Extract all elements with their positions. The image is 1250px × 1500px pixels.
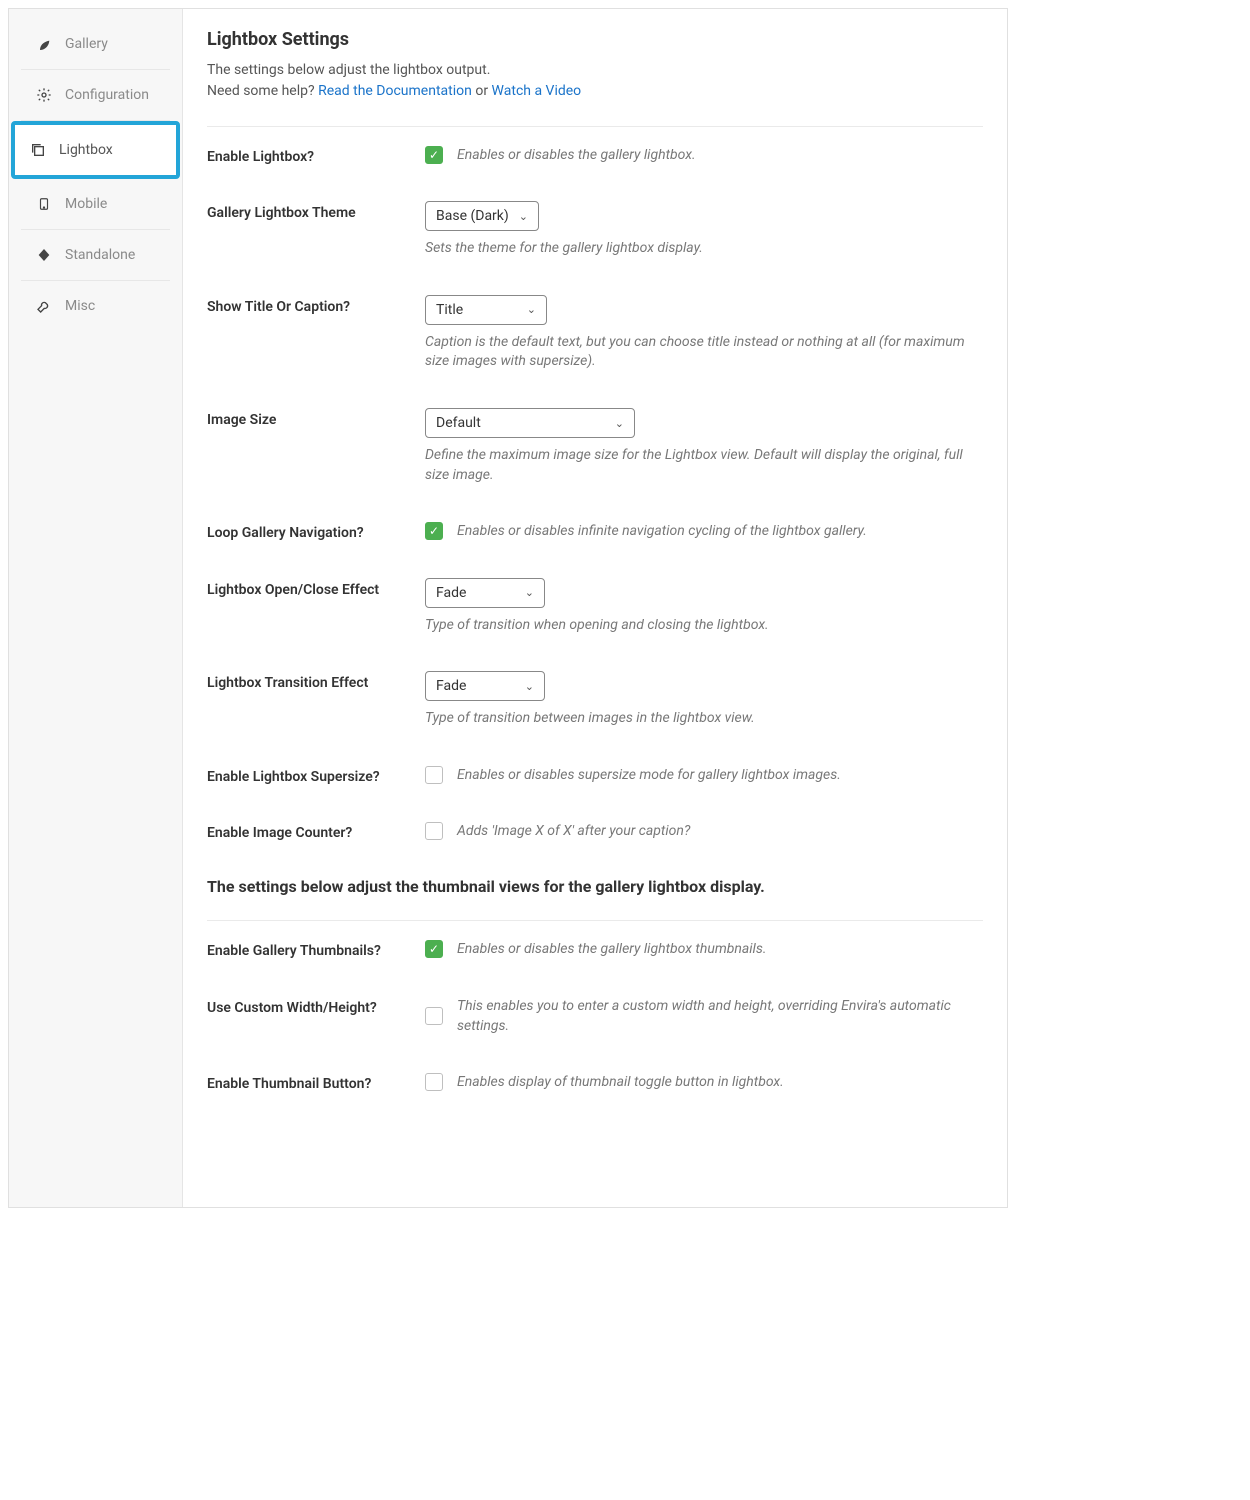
checkbox-enable-thumbnails[interactable] xyxy=(425,940,443,958)
checkbox-enable-lightbox[interactable] xyxy=(425,146,443,164)
label-supersize: Enable Lightbox Supersize? xyxy=(207,765,425,785)
label-open-effect: Lightbox Open/Close Effect xyxy=(207,578,425,598)
gear-icon xyxy=(35,86,53,104)
label-transition-effect: Lightbox Transition Effect xyxy=(207,671,425,691)
label-image-size: Image Size xyxy=(207,408,425,428)
label-title-caption: Show Title Or Caption? xyxy=(207,295,425,315)
sidebar-item-configuration[interactable]: Configuration xyxy=(21,70,170,121)
video-link[interactable]: Watch a Video xyxy=(492,83,582,99)
sidebar-item-label: Lightbox xyxy=(59,142,113,158)
checkbox-counter[interactable] xyxy=(425,822,443,840)
desc-supersize: Enables or disables supersize mode for g… xyxy=(457,765,841,785)
lightbox-icon xyxy=(29,141,47,159)
row-open-effect: Lightbox Open/Close Effect Fade ⌄ Type o… xyxy=(207,578,983,636)
desc-counter: Adds 'Image X of X' after your caption? xyxy=(457,821,690,841)
main-content: Lightbox Settings The settings below adj… xyxy=(183,9,1007,1207)
chevron-down-icon: ⌄ xyxy=(615,417,624,430)
chevron-down-icon: ⌄ xyxy=(525,586,534,599)
label-counter: Enable Image Counter? xyxy=(207,821,425,841)
sidebar: Gallery Configuration Lightbox Mobile St… xyxy=(9,9,183,1207)
sidebar-item-label: Gallery xyxy=(65,36,108,52)
desc-enable-thumbnails: Enables or disables the gallery lightbox… xyxy=(457,939,766,959)
label-theme: Gallery Lightbox Theme xyxy=(207,201,425,221)
chevron-down-icon: ⌄ xyxy=(519,210,528,223)
diamond-icon xyxy=(35,246,53,264)
row-enable-lightbox: Enable Lightbox? Enables or disables the… xyxy=(207,145,983,165)
checkbox-loop[interactable] xyxy=(425,522,443,540)
chevron-down-icon: ⌄ xyxy=(527,303,536,316)
label-custom-wh: Use Custom Width/Height? xyxy=(207,996,425,1016)
row-loop: Loop Gallery Navigation? Enables or disa… xyxy=(207,521,983,541)
row-counter: Enable Image Counter? Adds 'Image X of X… xyxy=(207,821,983,841)
desc-enable-lightbox: Enables or disables the gallery lightbox… xyxy=(457,145,696,165)
thumbnails-heading: The settings below adjust the thumbnail … xyxy=(207,877,983,896)
label-loop: Loop Gallery Navigation? xyxy=(207,521,425,541)
label-thumbnail-button: Enable Thumbnail Button? xyxy=(207,1072,425,1092)
sidebar-item-misc[interactable]: Misc xyxy=(21,281,170,331)
desc-loop: Enables or disables infinite navigation … xyxy=(457,521,867,541)
desc-title-caption: Caption is the default text, but you can… xyxy=(425,333,983,372)
sidebar-item-label: Standalone xyxy=(65,247,135,263)
label-enable-thumbnails: Enable Gallery Thumbnails? xyxy=(207,939,425,959)
mobile-icon xyxy=(35,195,53,213)
checkbox-supersize[interactable] xyxy=(425,766,443,784)
desc-custom-wh: This enables you to enter a custom width… xyxy=(457,996,983,1037)
sidebar-item-mobile[interactable]: Mobile xyxy=(21,179,170,230)
settings-panel: Gallery Configuration Lightbox Mobile St… xyxy=(8,8,1008,1208)
doc-link[interactable]: Read the Documentation xyxy=(318,83,472,99)
desc-theme: Sets the theme for the gallery lightbox … xyxy=(425,239,983,259)
checkbox-custom-wh[interactable] xyxy=(425,1007,443,1025)
desc-thumbnail-button: Enables display of thumbnail toggle butt… xyxy=(457,1072,784,1092)
label-enable-lightbox: Enable Lightbox? xyxy=(207,145,425,165)
sidebar-item-label: Configuration xyxy=(65,87,149,103)
row-image-size: Image Size Default ⌄ Define the maximum … xyxy=(207,408,983,485)
page-title: Lightbox Settings xyxy=(207,29,983,50)
select-image-size[interactable]: Default ⌄ xyxy=(425,408,635,438)
row-enable-thumbnails: Enable Gallery Thumbnails? Enables or di… xyxy=(207,939,983,959)
page-subtitle: The settings below adjust the lightbox o… xyxy=(207,60,983,102)
select-theme[interactable]: Base (Dark) ⌄ xyxy=(425,201,539,231)
sidebar-item-lightbox[interactable]: Lightbox xyxy=(11,121,180,179)
leaf-icon xyxy=(35,35,53,53)
select-open-effect[interactable]: Fade ⌄ xyxy=(425,578,545,608)
desc-image-size: Define the maximum image size for the Li… xyxy=(425,446,983,485)
sidebar-item-standalone[interactable]: Standalone xyxy=(21,230,170,281)
row-thumbnail-button: Enable Thumbnail Button? Enables display… xyxy=(207,1072,983,1092)
select-transition-effect[interactable]: Fade ⌄ xyxy=(425,671,545,701)
divider xyxy=(207,126,983,127)
checkbox-thumbnail-button[interactable] xyxy=(425,1073,443,1091)
row-transition-effect: Lightbox Transition Effect Fade ⌄ Type o… xyxy=(207,671,983,729)
chevron-down-icon: ⌄ xyxy=(525,680,534,693)
select-title-caption[interactable]: Title ⌄ xyxy=(425,295,547,325)
desc-transition-effect: Type of transition between images in the… xyxy=(425,709,983,729)
desc-open-effect: Type of transition when opening and clos… xyxy=(425,616,983,636)
sidebar-item-gallery[interactable]: Gallery xyxy=(21,19,170,70)
wrench-icon xyxy=(35,297,53,315)
row-title-caption: Show Title Or Caption? Title ⌄ Caption i… xyxy=(207,295,983,372)
row-supersize: Enable Lightbox Supersize? Enables or di… xyxy=(207,765,983,785)
row-custom-wh: Use Custom Width/Height? This enables yo… xyxy=(207,996,983,1037)
sidebar-item-label: Misc xyxy=(65,298,95,314)
divider xyxy=(207,920,983,921)
row-theme: Gallery Lightbox Theme Base (Dark) ⌄ Set… xyxy=(207,201,983,259)
sidebar-item-label: Mobile xyxy=(65,196,107,212)
